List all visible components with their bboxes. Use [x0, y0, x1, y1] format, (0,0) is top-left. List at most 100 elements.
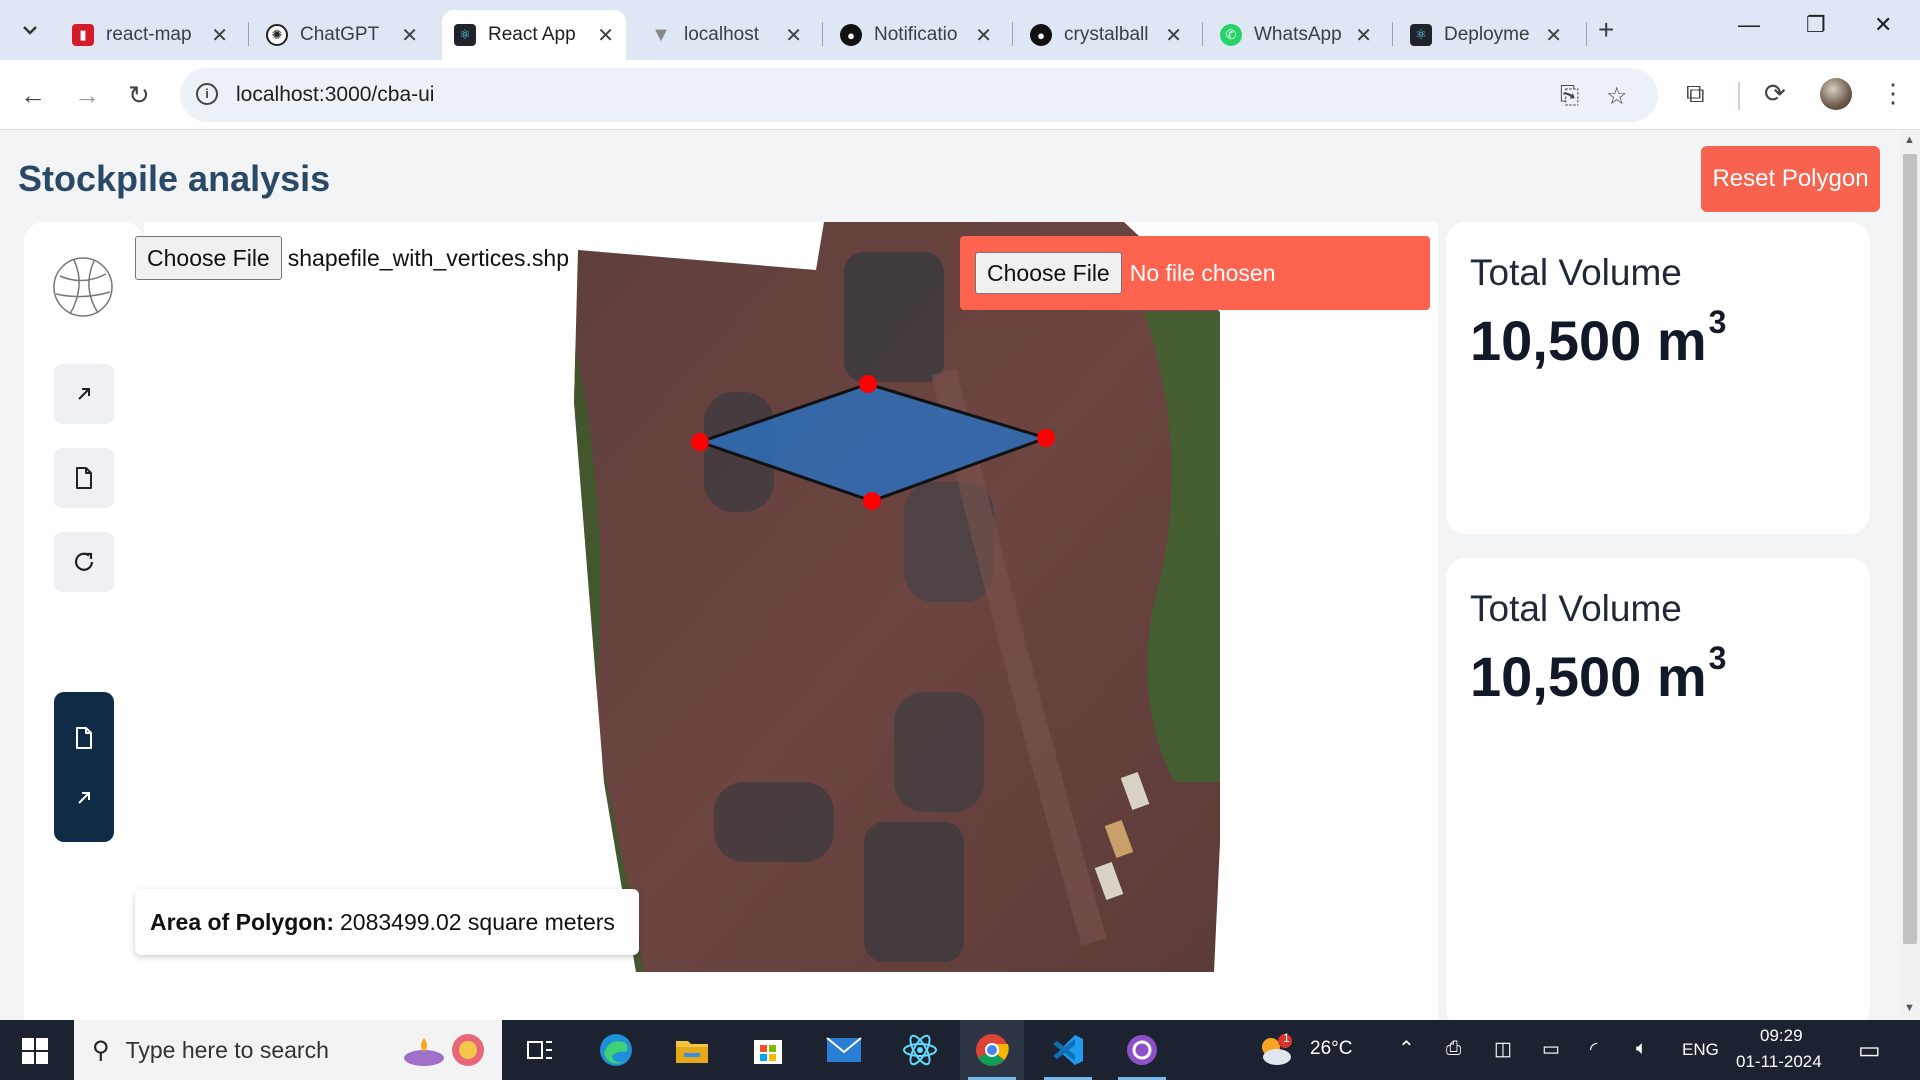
sidebar: [24, 222, 144, 1020]
tab-chatgpt[interactable]: ✺ ChatGPT ✕: [254, 10, 430, 60]
tab-divider: [1202, 22, 1203, 46]
extensions-icon[interactable]: ⧉: [1686, 78, 1705, 110]
chevron-up-icon[interactable]: ⌃: [1398, 1036, 1415, 1061]
forward-icon[interactable]: →: [74, 80, 100, 111]
camera-icon[interactable]: ◫: [1494, 1038, 1512, 1061]
tab-divider: [1392, 22, 1393, 46]
tab-react-map[interactable]: ▮ react-map ✕: [60, 10, 240, 60]
tab-whatsapp[interactable]: ✆ WhatsApp ✕: [1208, 10, 1384, 60]
tab-divider: [822, 22, 823, 46]
close-icon[interactable]: ✕: [211, 23, 228, 48]
task-view-icon[interactable]: [508, 1020, 572, 1080]
tab-crystalball[interactable]: ● crystalball ✕: [1018, 10, 1194, 60]
tab-localhost[interactable]: ▼ localhost ✕: [638, 10, 814, 60]
polygon-vertex[interactable]: [691, 433, 709, 451]
scroll-down-icon[interactable]: ▼: [1904, 1002, 1915, 1014]
bookmark-star-icon[interactable]: ☆: [1606, 82, 1628, 111]
close-icon[interactable]: ✕: [1165, 23, 1182, 48]
microsoft-store-icon[interactable]: [736, 1020, 800, 1080]
minimize-icon[interactable]: —: [1738, 12, 1760, 38]
react-icon: ⚛: [1410, 24, 1432, 46]
page-title: Stockpile analysis: [18, 158, 331, 199]
close-icon[interactable]: ✕: [785, 23, 802, 48]
close-window-icon[interactable]: ✕: [1874, 12, 1892, 38]
polygon-vertex[interactable]: [1037, 429, 1055, 447]
meet-now-icon[interactable]: ⎙: [1446, 1038, 1461, 1060]
aerial-image: [574, 222, 1220, 972]
volume-card: Total Volume 10,500 m3: [1446, 558, 1870, 1020]
react-devtools-icon[interactable]: [888, 1020, 952, 1080]
polygon-vertex[interactable]: [859, 375, 877, 393]
document-button[interactable]: [54, 448, 114, 508]
reload-icon[interactable]: ↻: [128, 80, 150, 111]
tab-notifications[interactable]: ● Notificatio ✕: [828, 10, 1004, 60]
toolbar-divider: [1738, 82, 1740, 110]
close-icon[interactable]: ✕: [1355, 23, 1372, 48]
area-readout: Area of Polygon: 2083499.02 square meter…: [135, 889, 639, 955]
browser-toolbar: ← → ↻ i localhost:3000/cba-ui ⎘ ☆ ⧉ ⟳ ⋮: [0, 60, 1920, 130]
react-icon: ⚛: [454, 24, 476, 46]
vite-icon: ▼: [651, 23, 671, 46]
file-explorer-icon[interactable]: [660, 1020, 724, 1080]
notifications-icon[interactable]: ▭: [1858, 1036, 1881, 1065]
wifi-icon[interactable]: ◜: [1590, 1038, 1597, 1061]
shapefile-choose-file-button[interactable]: Choose File: [135, 236, 282, 280]
close-icon[interactable]: ✕: [975, 23, 992, 48]
address-bar[interactable]: i localhost:3000/cba-ui ⎘ ☆: [180, 68, 1658, 122]
search-icon: ⚲: [92, 1036, 110, 1064]
vscode-icon[interactable]: [1036, 1020, 1100, 1080]
refresh-icon: [74, 552, 94, 571]
open-external-button[interactable]: [54, 364, 114, 424]
close-icon[interactable]: ✕: [401, 23, 418, 48]
language-indicator[interactable]: ENG: [1682, 1040, 1719, 1060]
url-text[interactable]: localhost:3000/cba-ui: [236, 83, 434, 107]
chrome-icon[interactable]: [960, 1020, 1024, 1080]
panel-open-button[interactable]: [72, 786, 96, 810]
windows-start-icon[interactable]: [22, 1038, 48, 1064]
page-scrollbar[interactable]: ▲ ▼: [1900, 130, 1920, 1020]
restore-icon[interactable]: ❐: [1806, 12, 1826, 38]
close-icon[interactable]: ✕: [597, 23, 614, 48]
tab-search-button[interactable]: [10, 12, 50, 48]
scroll-up-icon[interactable]: ▲: [1904, 134, 1915, 146]
tab-divider: [1012, 22, 1013, 46]
globe-icon[interactable]: [52, 256, 114, 318]
chatgpt-icon: ✺: [266, 24, 288, 46]
close-icon[interactable]: ✕: [1545, 23, 1562, 48]
image-choose-file-button[interactable]: Choose File: [975, 252, 1122, 294]
volume-value: 10,500 m3: [1470, 304, 1727, 372]
new-tab-icon[interactable]: +: [1598, 14, 1614, 46]
menu-kebab-icon[interactable]: ⋮: [1880, 78, 1906, 109]
clock-time[interactable]: 09:29: [1760, 1026, 1803, 1046]
panel-file-button[interactable]: [72, 726, 96, 750]
profile-avatar[interactable]: [1820, 78, 1852, 110]
github-desktop-icon[interactable]: [1110, 1020, 1174, 1080]
scrollbar-thumb[interactable]: [1903, 154, 1917, 944]
tab-deployments[interactable]: ⚛ Deployme ✕: [1398, 10, 1574, 60]
area-value: 2083499.02 square meters: [340, 908, 615, 935]
weather-temp[interactable]: 26°C: [1310, 1038, 1352, 1060]
back-icon[interactable]: ←: [20, 80, 46, 111]
performance-icon[interactable]: ⟳: [1764, 78, 1786, 109]
edge-icon[interactable]: [584, 1020, 648, 1080]
weather-icon[interactable]: 1: [1250, 1020, 1300, 1080]
install-app-icon[interactable]: ⎘: [1560, 82, 1579, 110]
battery-icon[interactable]: ▭: [1542, 1038, 1560, 1061]
volume-icon[interactable]: 🔈︎: [1636, 1038, 1647, 1060]
taskbar-search[interactable]: ⚲ Type here to search: [74, 1020, 502, 1080]
whatsapp-icon: ✆: [1220, 24, 1242, 46]
tab-react-app[interactable]: ⚛ React App ✕: [442, 10, 626, 60]
polygon-vertex[interactable]: [863, 492, 881, 510]
shapefile-input: Choose File shapefile_with_vertices.shp: [135, 236, 569, 280]
mail-icon[interactable]: [812, 1020, 876, 1080]
arrow-up-right-icon: [78, 792, 90, 804]
windows-taskbar: ⚲ Type here to search 1 26°C ⌃ ⎙ ◫ ▭ ◜ 🔈…: [0, 1020, 1920, 1080]
volume-title: Total Volume: [1470, 588, 1682, 629]
refresh-button[interactable]: [54, 532, 114, 592]
no-file-text: No file chosen: [1129, 259, 1276, 286]
clock-date[interactable]: 01-11-2024: [1736, 1052, 1822, 1072]
site-info-icon[interactable]: i: [196, 83, 218, 105]
volume-value: 10,500 m3: [1470, 640, 1727, 708]
reset-polygon-button[interactable]: Reset Polygon: [1701, 146, 1880, 212]
tab-divider: [248, 22, 249, 46]
